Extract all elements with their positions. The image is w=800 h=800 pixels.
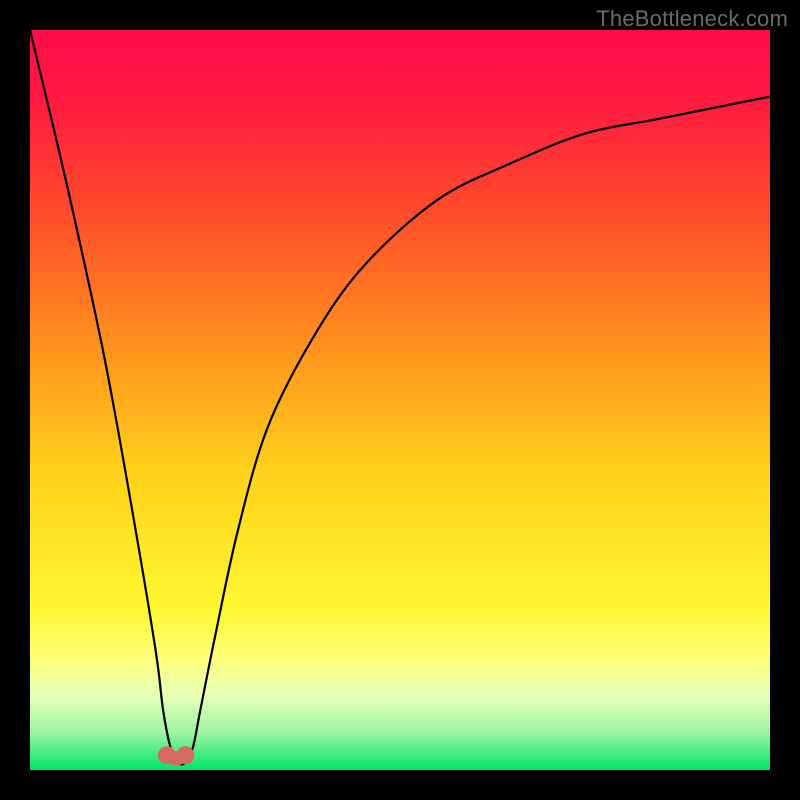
marker-dot	[176, 746, 194, 764]
marker-dot	[158, 746, 176, 764]
plot-area	[30, 30, 770, 770]
curve-markers	[158, 746, 195, 765]
attribution-text: TheBottleneck.com	[596, 6, 788, 32]
chart-container: TheBottleneck.com	[0, 0, 800, 800]
bottleneck-curve	[30, 30, 770, 770]
curve-path	[30, 30, 770, 764]
